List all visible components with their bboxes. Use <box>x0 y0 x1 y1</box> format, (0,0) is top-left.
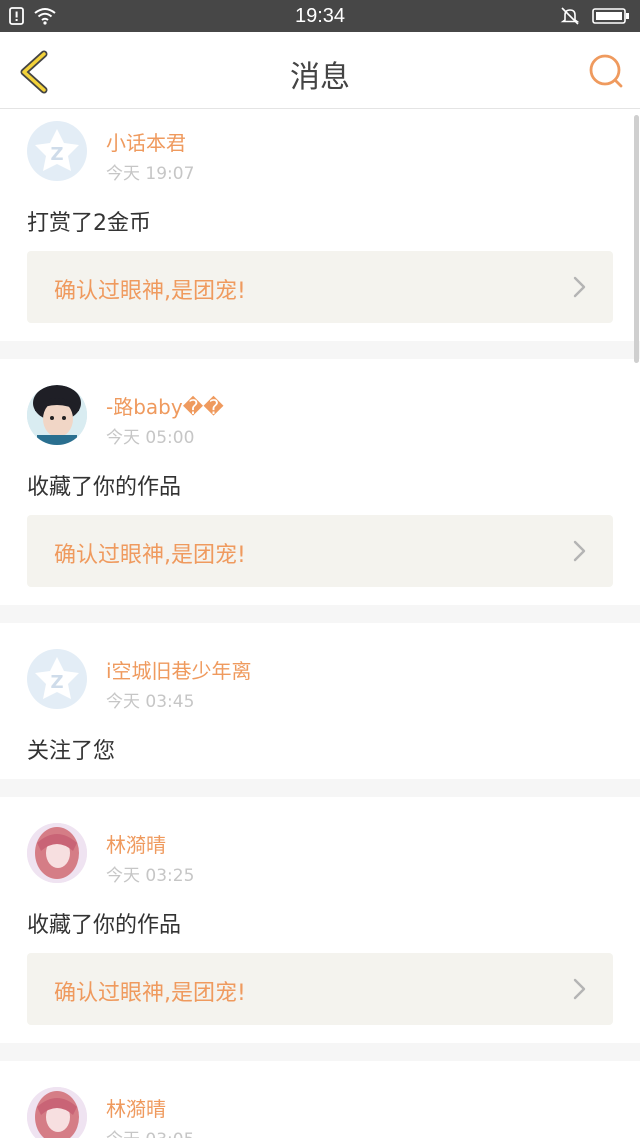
message-card: 林漪晴 今天 03:25 收藏了你的作品 确认过眼神,是团宠! <box>0 797 640 1043</box>
user-name[interactable]: 林漪晴 <box>106 829 166 858</box>
message-card: Z 小话本君 今天 19:07 打赏了2金币 确认过眼神,是团宠! <box>0 109 640 341</box>
work-title: 确认过眼神,是团宠! <box>54 981 246 1006</box>
header-bar: 消息 <box>0 32 640 109</box>
search-button[interactable] <box>586 52 626 92</box>
message-card: 林漪晴 今天 03:05 <box>0 1061 640 1138</box>
message-action: 收藏了你的作品 <box>27 475 182 500</box>
chevron-right-icon <box>573 540 586 562</box>
user-name[interactable]: i空城旧巷少年离 <box>106 655 252 684</box>
message-action: 关注了您 <box>27 739 116 764</box>
status-bar: 19:34 <box>0 0 640 32</box>
work-link[interactable]: 确认过眼神,是团宠! <box>27 515 613 587</box>
default-avatar-icon: Z <box>35 129 79 171</box>
user-name[interactable]: -路baby�� <box>106 391 224 420</box>
message-time: 今天 03:25 <box>106 866 195 886</box>
user-photo-icon <box>27 1087 87 1138</box>
message-card: -路baby�� 今天 05:00 收藏了你的作品 确认过眼神,是团宠! <box>0 359 640 605</box>
work-link[interactable]: 确认过眼神,是团宠! <box>27 953 613 1025</box>
message-time: 今天 05:00 <box>106 428 195 448</box>
work-title: 确认过眼神,是团宠! <box>54 279 246 304</box>
svg-text:Z: Z <box>50 672 63 693</box>
battery-icon <box>592 8 629 24</box>
svg-text:Z: Z <box>50 144 63 165</box>
page-title: 消息 <box>290 60 350 95</box>
message-action: 收藏了你的作品 <box>27 913 182 938</box>
avatar[interactable] <box>27 823 87 883</box>
scrollbar[interactable] <box>634 115 639 363</box>
avatar[interactable]: Z <box>27 121 87 181</box>
message-action: 打赏了2金币 <box>27 211 151 236</box>
message-card: Z i空城旧巷少年离 今天 03:45 关注了您 <box>0 623 640 779</box>
chevron-right-icon <box>573 276 586 298</box>
message-time: 今天 19:07 <box>106 164 195 184</box>
avatar[interactable]: Z <box>27 649 87 709</box>
work-title: 确认过眼神,是团宠! <box>54 543 246 568</box>
bell-muted-icon <box>560 7 580 25</box>
work-link[interactable]: 确认过眼神,是团宠! <box>27 251 613 323</box>
chevron-right-icon <box>573 978 586 1000</box>
message-time: 今天 03:45 <box>106 692 195 712</box>
status-time: 19:34 <box>294 5 346 27</box>
message-time: 今天 03:05 <box>106 1125 194 1138</box>
avatar[interactable] <box>27 1087 87 1138</box>
avatar[interactable] <box>27 385 87 445</box>
user-photo-icon <box>27 385 87 445</box>
user-photo-icon <box>27 823 87 883</box>
default-avatar-icon: Z <box>35 657 79 699</box>
user-name[interactable]: 小话本君 <box>106 127 186 156</box>
user-name[interactable]: 林漪晴 <box>106 1093 166 1122</box>
